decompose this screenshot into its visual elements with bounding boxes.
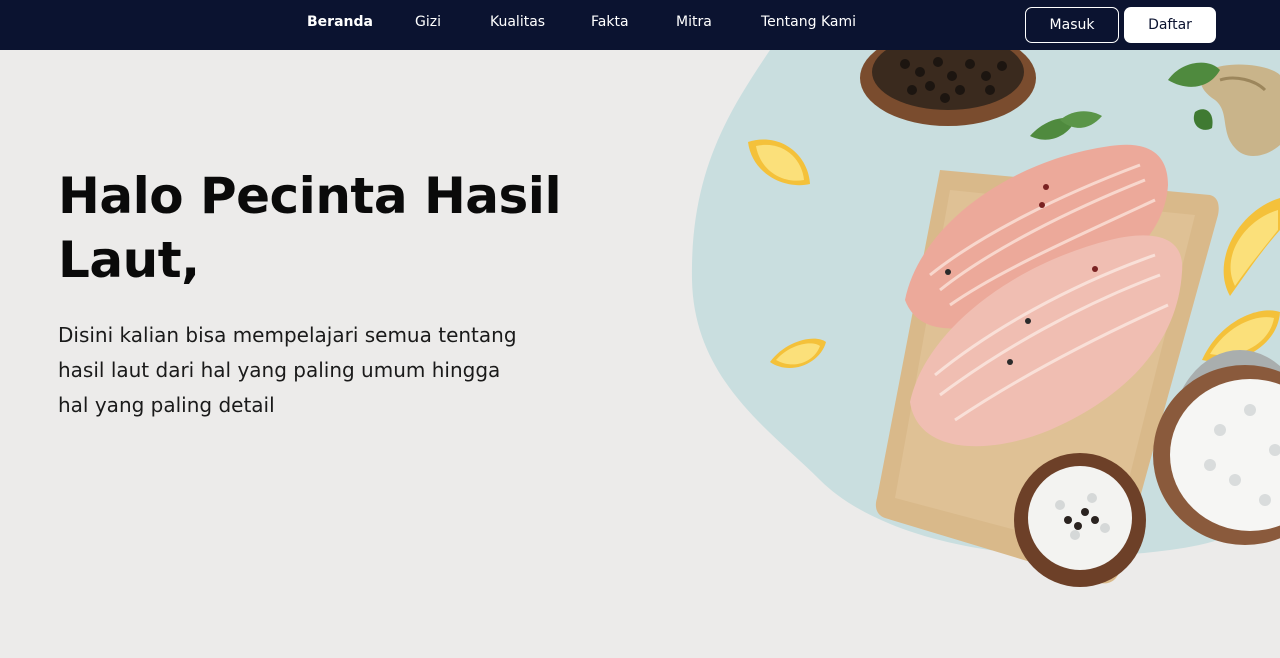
nav-link-kualitas[interactable]: Kualitas (490, 14, 545, 30)
register-button[interactable]: Daftar (1124, 7, 1216, 43)
nav-link-fakta[interactable]: Fakta (591, 14, 629, 30)
login-button[interactable]: Masuk (1025, 7, 1119, 43)
nav-link-gizi[interactable]: Gizi (415, 14, 441, 30)
nav-link-beranda[interactable]: Beranda (307, 14, 373, 30)
hero-title: Halo Pecinta Hasil Laut, (58, 167, 562, 289)
hero-description: Disini kalian bisa mempelajari semua ten… (58, 323, 517, 417)
nav-link-mitra[interactable]: Mitra (676, 14, 712, 30)
seafood-illustration (691, 50, 1280, 587)
navbar: Beranda Gizi Kualitas Fakta Mitra Tentan… (0, 0, 1280, 50)
nav-link-tentang-kami[interactable]: Tentang Kami (761, 14, 856, 30)
hero-illustration (690, 50, 1280, 590)
salt-bowl-icon (1014, 453, 1146, 587)
